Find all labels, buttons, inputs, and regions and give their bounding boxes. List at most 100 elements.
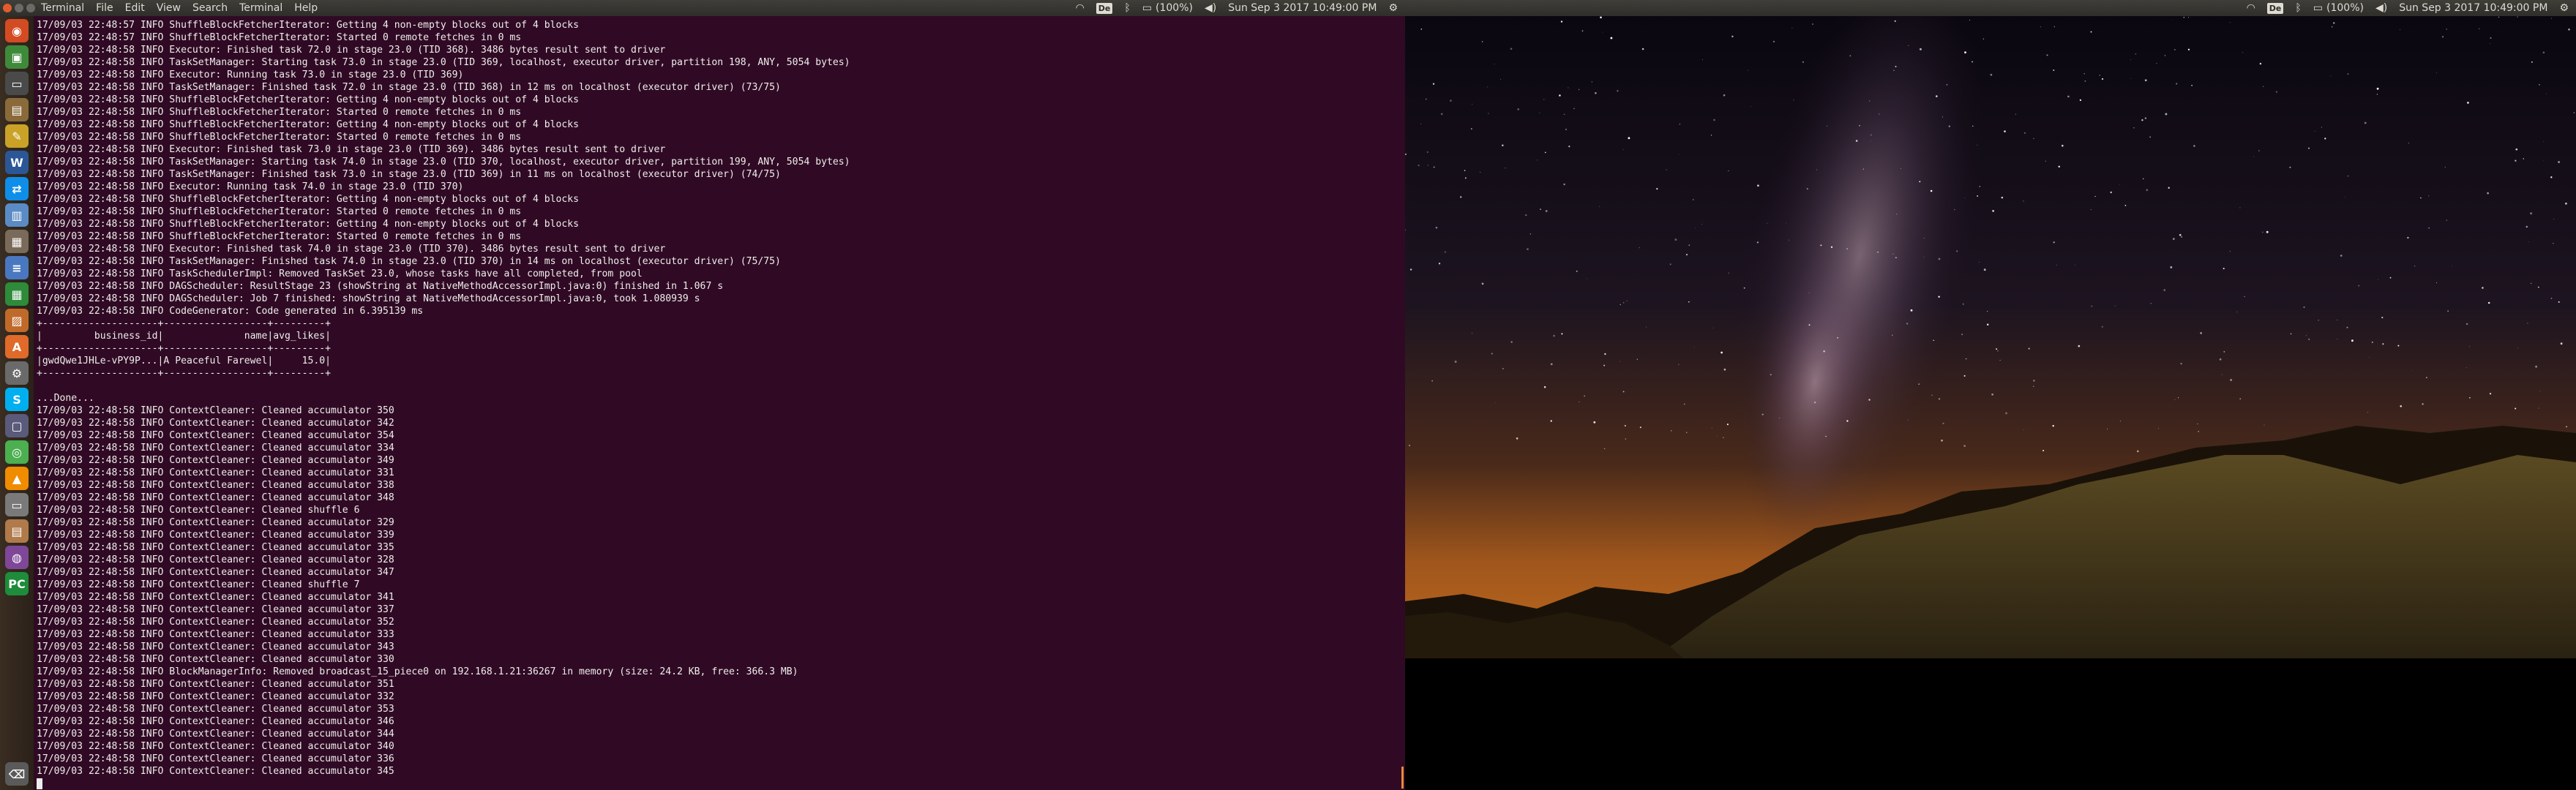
battery-icon: ▭ [2313, 2, 2324, 14]
terminal-line: 17/09/03 22:48:58 INFO CodeGenerator: Co… [37, 306, 424, 317]
trash-icon[interactable]: ⌫ [5, 762, 29, 786]
vm-icon[interactable]: ▢ [5, 414, 29, 437]
terminal-window[interactable]: 17/09/03 22:48:57 INFO ShuffleBlockFetch… [34, 16, 1405, 790]
volume-icon[interactable]: ◀) [1205, 2, 1216, 14]
settings-icon[interactable]: ⚙ [5, 361, 29, 385]
gear-icon[interactable]: ⚙ [1388, 2, 1398, 14]
terminal-line: 17/09/03 22:48:57 INFO ShuffleBlockFetch… [37, 20, 580, 31]
window-controls [3, 4, 35, 12]
terminal-line: 17/09/03 22:48:58 INFO Executor: Finishe… [37, 45, 666, 56]
indicator-area-left: ◠ De ᛒ ▭ (100%) ◀) Sun Sep 3 2017 10:49:… [1076, 2, 1398, 14]
volume-icon[interactable]: ◀) [2375, 2, 2387, 14]
top-panel-right: ◠ De ᛒ ▭ (100%) ◀) Sun Sep 3 2017 10:49:… [1405, 0, 2576, 16]
terminal-line: 17/09/03 22:48:58 INFO ContextCleaner: C… [37, 455, 394, 466]
minimize-window-button[interactable] [15, 4, 23, 12]
terminal-line: ...Done... [37, 393, 94, 404]
clock[interactable]: Sun Sep 3 2017 10:49:00 PM [2399, 2, 2547, 14]
terminal-line: 17/09/03 22:48:58 INFO TaskSetManager: F… [37, 169, 781, 180]
bluetooth-icon[interactable]: ᛒ [2295, 2, 2301, 14]
terminal-line: 17/09/03 22:48:58 INFO ShuffleBlockFetch… [37, 206, 522, 217]
bluetooth-icon[interactable]: ᛒ [1124, 2, 1130, 14]
wifi-icon[interactable]: ◠ [1076, 2, 1085, 14]
files-icon[interactable]: ▤ [5, 98, 29, 121]
skype-icon[interactable]: S [5, 388, 29, 411]
terminal-line: 17/09/03 22:48:58 INFO ShuffleBlockFetch… [37, 94, 580, 105]
keyboard-layout-indicator[interactable]: De [2266, 2, 2284, 14]
clock[interactable]: Sun Sep 3 2017 10:49:00 PM [1228, 2, 1377, 14]
word-icon[interactable]: W [5, 151, 29, 174]
terminal-line: 17/09/03 22:48:58 INFO ContextCleaner: C… [37, 766, 394, 777]
text-cursor [37, 778, 42, 789]
terminal-line: 17/09/03 22:48:58 INFO ContextCleaner: C… [37, 629, 394, 640]
software-center-icon[interactable]: A [5, 335, 29, 358]
battery-indicator[interactable]: ▭ (100%) [2313, 2, 2364, 14]
launcher: ◉ ▣ ▭ ▤ ✎ W ⇄ ▥ ▦ ≡ ▦ ▨ A ⚙ S ▢ ◎ ▲ ▭ ▤ ◍ PC ⌫ [0, 16, 34, 790]
terminal-line: 17/09/03 22:48:58 INFO ContextCleaner: C… [37, 691, 394, 702]
terminal-line: 17/09/03 22:48:58 INFO Executor: Running… [37, 181, 464, 192]
terminal-green-icon[interactable]: ▣ [5, 45, 29, 69]
terminal-line: 17/09/03 22:48:57 INFO ShuffleBlockFetch… [37, 32, 522, 43]
manager-icon[interactable]: ▦ [5, 230, 29, 253]
terminal-line: 17/09/03 22:48:58 INFO ShuffleBlockFetch… [37, 132, 522, 143]
vlc-icon[interactable]: ▲ [5, 467, 29, 490]
tor-icon[interactable]: ◍ [5, 546, 29, 569]
maximize-window-button[interactable] [26, 4, 35, 12]
terminal-line: +--------------------+------------------… [37, 343, 332, 354]
terminal-line: 17/09/03 22:48:58 INFO DAGScheduler: Job… [37, 293, 700, 304]
scrollbar[interactable] [1401, 767, 1404, 789]
terminal-line: 17/09/03 22:48:58 INFO TaskSetManager: S… [37, 157, 850, 168]
gear-icon[interactable]: ⚙ [2559, 2, 2569, 14]
terminal-line: 17/09/03 22:48:58 INFO ContextCleaner: C… [37, 430, 394, 441]
terminal-line: 17/09/03 22:48:58 INFO Executor: Finishe… [37, 244, 666, 255]
wallpaper-image [1405, 16, 2576, 658]
top-panel-left: Terminal File Edit View Search Terminal … [0, 0, 1405, 16]
terminal-line: 17/09/03 22:48:58 INFO TaskSchedulerImpl… [37, 268, 643, 279]
menu-edit[interactable]: Edit [125, 2, 145, 14]
terminal-line: 17/09/03 22:48:58 INFO ContextCleaner: C… [37, 443, 394, 454]
wifi-icon[interactable]: ◠ [2247, 2, 2255, 14]
terminal-line: 17/09/03 22:48:58 INFO ContextCleaner: C… [37, 405, 394, 416]
pycharm-icon[interactable]: PC [5, 572, 29, 595]
menu-terminal[interactable]: Terminal [239, 2, 282, 14]
terminal-line: 17/09/03 22:48:58 INFO ContextCleaner: C… [37, 617, 394, 628]
menu-view[interactable]: View [157, 2, 181, 14]
terminal-line: 17/09/03 22:48:58 INFO Executor: Running… [37, 69, 464, 80]
battery-icon: ▭ [1142, 2, 1153, 14]
terminal-line: +--------------------+------------------… [37, 368, 332, 379]
menu-search[interactable]: Search [192, 2, 228, 14]
terminal-line: +--------------------+------------------… [37, 318, 332, 329]
terminal-line: 17/09/03 22:48:58 INFO ContextCleaner: C… [37, 492, 394, 503]
terminal-line: 17/09/03 22:48:58 INFO ContextCleaner: C… [37, 716, 394, 727]
texteditor-icon[interactable]: ≡ [5, 256, 29, 279]
terminal-line: 17/09/03 22:48:58 INFO TaskSetManager: S… [37, 57, 850, 68]
terminal-line: 17/09/03 22:48:58 INFO DAGScheduler: Res… [37, 281, 724, 292]
teamviewer-icon[interactable]: ⇄ [5, 177, 29, 200]
drive-icon[interactable]: ▭ [5, 493, 29, 516]
app-title: Terminal [41, 2, 85, 14]
terminal-line: 17/09/03 22:48:58 INFO ContextCleaner: C… [37, 579, 360, 590]
terminal-line: |gwdQwe1JHLe-vPY9P...|A Peaceful Farewel… [37, 356, 332, 366]
terminal-prompt[interactable] [37, 778, 1405, 790]
close-window-button[interactable] [3, 4, 12, 12]
menu-help[interactable]: Help [294, 2, 318, 14]
impress-icon[interactable]: ▨ [5, 309, 29, 332]
chrome-icon[interactable]: ◎ [5, 440, 29, 464]
gimp-icon[interactable]: ✎ [5, 124, 29, 148]
keyboard-layout-indicator[interactable]: De [1096, 2, 1113, 14]
calc-icon[interactable]: ▦ [5, 282, 29, 306]
desktop [1405, 16, 2576, 790]
menu-file[interactable]: File [96, 2, 113, 14]
terminal-line: 17/09/03 22:48:58 INFO ContextCleaner: C… [37, 741, 394, 752]
battery-indicator[interactable]: ▭ (100%) [1142, 2, 1193, 14]
terminal-line: 17/09/03 22:48:58 INFO TaskSetManager: F… [37, 82, 781, 93]
ubuntu-dash-icon[interactable]: ◉ [5, 19, 29, 42]
terminal-line: 17/09/03 22:48:58 INFO ContextCleaner: C… [37, 554, 394, 565]
terminal-line: | business_id| name|avg_likes| [37, 331, 332, 342]
terminal-line: 17/09/03 22:48:58 INFO ContextCleaner: C… [37, 480, 394, 491]
archive-icon[interactable]: ▤ [5, 519, 29, 543]
terminal-line: 17/09/03 22:48:58 INFO ContextCleaner: C… [37, 530, 394, 541]
monitor-icon[interactable]: ▭ [5, 72, 29, 95]
writer-icon[interactable]: ▥ [5, 203, 29, 227]
terminal-line: 17/09/03 22:48:58 INFO BlockManagerInfo:… [37, 666, 798, 677]
